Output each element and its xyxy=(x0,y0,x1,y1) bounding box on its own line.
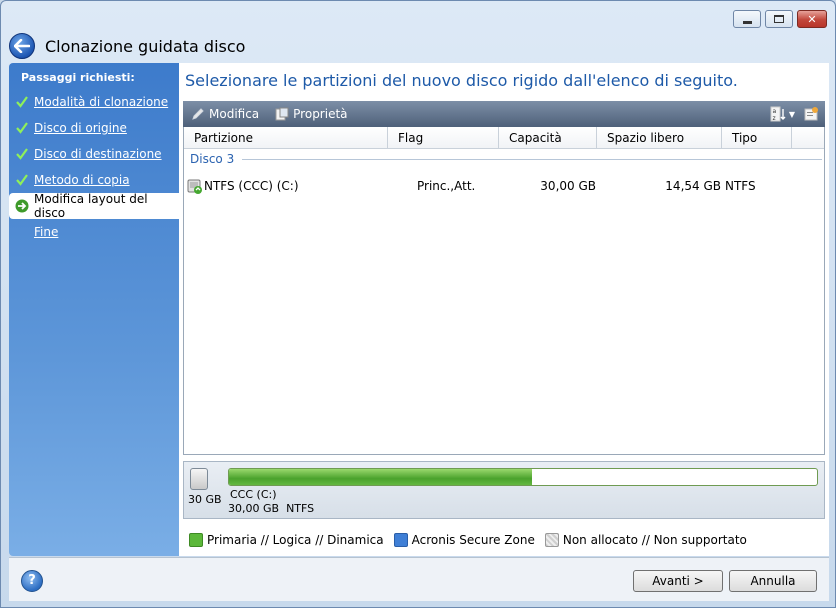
instruction-text: Selezionare le partizioni del nuovo disc… xyxy=(185,71,738,90)
step-clone-mode[interactable]: Modalità di clonazione xyxy=(9,89,179,115)
step-label: Modifica layout del disco xyxy=(34,192,148,220)
column-header-type[interactable]: Tipo xyxy=(722,127,792,148)
step-finish[interactable]: Fine xyxy=(9,219,179,245)
minimize-icon xyxy=(742,20,752,24)
wizard-window: ✕ Clonazione guidata disco Passaggi rich… xyxy=(0,0,836,608)
column-header-capacity[interactable]: Capacità xyxy=(499,127,597,148)
back-button[interactable] xyxy=(9,33,35,59)
cancel-button[interactable]: Annulla xyxy=(729,570,817,592)
caption-buttons: ✕ xyxy=(733,10,827,28)
minimize-button[interactable] xyxy=(733,10,761,28)
column-header-free-space[interactable]: Spazio libero xyxy=(597,127,722,148)
legend-item-secure-zone: Acronis Secure Zone xyxy=(393,533,535,547)
legend-label: Primaria // Logica // Dinamica xyxy=(207,533,384,547)
legend-item-unallocated: Non allocato // Non supportato xyxy=(544,533,747,547)
checkmark-icon xyxy=(15,147,29,161)
legend: Primaria // Logica // Dinamica Acronis S… xyxy=(189,533,747,547)
column-header-filler xyxy=(792,127,824,148)
hard-disk-icon xyxy=(190,468,208,490)
column-header-flag[interactable]: Flag xyxy=(388,127,499,148)
next-label: Avanti > xyxy=(652,574,704,588)
main-panel: Selezionare le partizioni del nuovo disc… xyxy=(179,63,829,556)
step-destination-disk[interactable]: Disco di destinazione xyxy=(9,141,179,167)
checkmark-icon xyxy=(15,121,29,135)
steps-heading: Passaggi richiesti: xyxy=(21,71,135,84)
table-row[interactable]: NTFS (CCC) (C:) Princ.,Att. 30,00 GB 14,… xyxy=(184,175,824,197)
step-label: Disco di origine xyxy=(34,121,127,135)
properties-icon xyxy=(275,107,289,121)
properties-label: Proprietà xyxy=(293,107,348,121)
next-button[interactable]: Avanti > xyxy=(633,570,723,592)
partition-flag: Princ.,Att. xyxy=(417,179,476,193)
column-header-partition[interactable]: Partizione xyxy=(184,127,388,148)
step-label: Fine xyxy=(34,225,59,239)
checkmark-icon xyxy=(15,95,29,109)
step-edit-disk-layout[interactable]: Modifica layout del disco xyxy=(9,192,179,220)
cancel-label: Annulla xyxy=(750,574,796,588)
bar-partition-size: 30,00 GB xyxy=(228,502,280,515)
help-button[interactable]: ? xyxy=(21,570,43,592)
partition-name: NTFS (CCC) (C:) xyxy=(204,179,299,193)
wizard-footer: ? Avanti > Annulla xyxy=(9,557,829,601)
legend-swatch-gray xyxy=(544,533,559,547)
partition-free-space: 14,54 GB xyxy=(665,179,721,193)
step-copy-method[interactable]: Metodo di copia xyxy=(9,167,179,193)
bar-partition-label: CCC (C:) xyxy=(230,488,277,501)
step-label: Metodo di copia xyxy=(34,173,130,187)
steps-sidebar: Passaggi richiesti: Modalità di clonazio… xyxy=(9,63,179,556)
properties-button[interactable]: Proprietà xyxy=(267,101,355,127)
toolbar-right: az ▼ xyxy=(770,106,825,122)
close-icon: ✕ xyxy=(807,12,817,26)
partition-toolbar: Modifica Proprietà az ▼ xyxy=(183,101,825,127)
disk-group-row: Disco 3 xyxy=(184,149,824,169)
partition-type: NTFS xyxy=(725,179,756,193)
bar-partition-details: 30,00 GB NTFS xyxy=(228,502,314,515)
svg-text:a: a xyxy=(772,108,776,115)
legend-swatch-green xyxy=(189,533,203,547)
checkmark-icon xyxy=(15,173,29,187)
back-arrow-icon xyxy=(14,39,30,53)
disk-size-label: 30 GB xyxy=(188,493,222,506)
window-title: Clonazione guidata disco xyxy=(45,36,246,56)
help-icon: ? xyxy=(28,573,36,588)
table-header: Partizione Flag Capacità Spazio libero T… xyxy=(184,127,824,149)
disk-group-label: Disco 3 xyxy=(190,152,235,166)
partition-capacity: 30,00 GB xyxy=(540,179,596,193)
legend-label: Acronis Secure Zone xyxy=(411,533,535,547)
current-step-arrow-icon xyxy=(15,199,29,213)
maximize-icon xyxy=(774,15,784,23)
step-label: Modalità di clonazione xyxy=(34,95,169,109)
legend-label: Non allocato // Non supportato xyxy=(562,533,747,547)
maximize-button[interactable] xyxy=(765,10,793,28)
modify-label: Modifica xyxy=(209,107,260,121)
chevron-down-icon: ▼ xyxy=(788,109,795,119)
partition-bar[interactable] xyxy=(228,468,818,486)
partition-table: Partizione Flag Capacità Spazio libero T… xyxy=(183,127,825,455)
close-button[interactable]: ✕ xyxy=(797,10,827,28)
legend-item-primary: Primaria // Logica // Dinamica xyxy=(189,533,384,547)
sort-icon: az xyxy=(770,106,786,122)
modify-button[interactable]: Modifica xyxy=(183,101,267,127)
step-label: Disco di destinazione xyxy=(34,147,162,161)
partition-used-fill xyxy=(229,469,532,485)
group-divider xyxy=(242,158,823,160)
wizard-header: Clonazione guidata disco xyxy=(9,31,245,61)
sort-button[interactable]: az ▼ xyxy=(770,106,795,122)
details-icon[interactable] xyxy=(803,106,819,122)
partition-icon xyxy=(184,178,204,194)
bar-partition-fs: NTFS xyxy=(286,502,315,515)
pencil-icon xyxy=(192,108,204,120)
disk-layout-panel: 30 GB CCC (C:) 30,00 GB NTFS xyxy=(183,461,825,519)
legend-swatch-blue xyxy=(393,533,408,547)
svg-text:z: z xyxy=(772,115,775,122)
step-source-disk[interactable]: Disco di origine xyxy=(9,115,179,141)
